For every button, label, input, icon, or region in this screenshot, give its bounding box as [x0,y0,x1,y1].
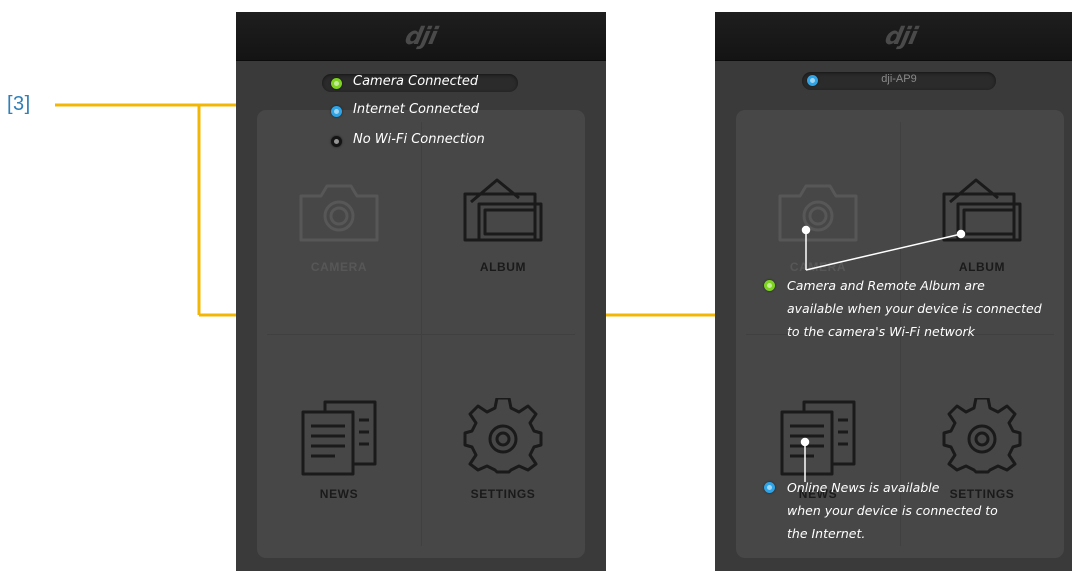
note-line: when your device is connected to [787,503,998,518]
camera-tile-label: CAMERA [310,260,368,274]
gear-icon [463,398,543,474]
legend-camera-connected: Camera Connected [353,74,479,89]
note-line: Camera and Remote Album are [787,278,985,293]
main-menu-card: CAMERA ALBUM [257,110,585,558]
camera-icon [299,184,379,242]
right-phone-screen: dji dji-AP9 CAMERA [715,12,1072,571]
news-tile-label: NEWS [319,487,359,501]
legend-no-wifi: No Wi-Fi Connection [353,132,485,147]
note-online-news: Online News is available when your devic… [787,476,1072,545]
note-line: the Internet. [787,526,866,541]
note-line: to the camera's Wi-Fi network [787,324,975,339]
album-icon [463,178,543,242]
legend-internet-connected: Internet Connected [353,102,479,117]
settings-tile[interactable]: SETTINGS [421,334,585,558]
settings-tile-label: SETTINGS [470,487,536,501]
black-status-dot [331,136,342,147]
news-tile[interactable]: NEWS [257,334,421,558]
left-phone-screen: dji CAMERA ALBUM NEWS SETTINGS Camera Co… [236,12,606,571]
app-header: dji [236,12,606,61]
dji-logo: dji [402,22,440,50]
blue-status-dot [331,106,342,117]
note-line: Online News is available [787,480,940,495]
note-line: available when your device is connected [787,301,1042,316]
blue-status-dot [764,482,775,493]
green-status-dot [764,280,775,291]
green-status-dot [331,78,342,89]
news-icon [301,400,377,476]
callout-label: [3] [7,93,31,115]
note-camera-album: Camera and Remote Album are available wh… [787,274,1072,343]
album-tile-label: ALBUM [479,260,527,274]
